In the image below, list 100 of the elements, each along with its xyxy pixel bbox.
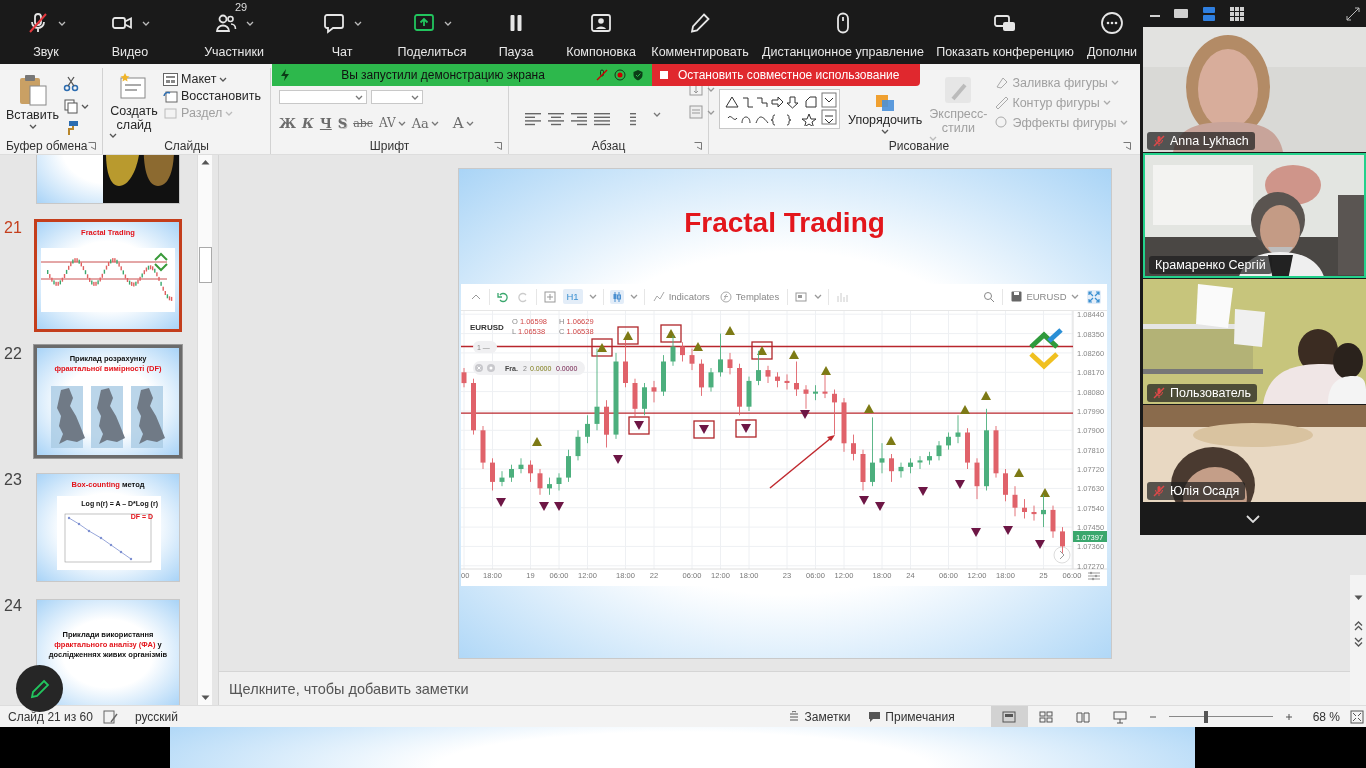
add-icon[interactable] [542,289,557,304]
chevron-down-icon[interactable] [1246,514,1260,523]
caret-icon [1110,80,1119,85]
toolbar-button[interactable]: Пауза [469,0,563,64]
candlestick [584,414,590,444]
toolbar-button[interactable]: Дополни [1085,0,1139,64]
new-slide-button[interactable]: Создать слайд [109,72,159,137]
caret-icon[interactable] [354,20,362,26]
align-right-icon[interactable] [571,112,587,126]
toolbar-button[interactable]: 29 Участники [179,0,289,64]
layout-button[interactable]: Макет [163,72,262,86]
dialog-launcher-icon[interactable] [88,141,96,150]
scissors-icon[interactable] [63,76,79,92]
video-tile[interactable]: Anna Lykhach [1143,27,1366,152]
dialog-launcher-icon[interactable] [1123,141,1131,150]
video-tile[interactable]: Пользователь [1143,279,1366,404]
clipboard-icon [17,74,48,106]
caret-icon[interactable] [444,20,452,26]
paste-button[interactable]: Вставить [6,74,59,137]
new-slide-icon [119,72,149,102]
candlestick [879,442,884,474]
format-button[interactable]: AV [378,116,406,130]
align-center-icon[interactable] [548,112,564,126]
candlestick [679,341,685,362]
font-size-field[interactable] [371,90,423,104]
scroll-thumb[interactable] [198,247,212,283]
fractal-up-marker [885,435,896,445]
candles-icon[interactable] [609,289,624,304]
indicators-button[interactable]: Indicators [650,288,712,305]
caret-icon[interactable] [58,20,66,26]
fullscreen-icon[interactable] [1346,6,1360,21]
toolbar-button[interactable]: Компоновка [563,0,639,64]
font-name-field[interactable] [279,90,367,104]
lightning-icon [280,69,290,81]
candlestick [1050,504,1055,538]
slide-sorter-icon [1038,709,1055,724]
templates-button[interactable]: Templates [717,288,782,305]
notes-button[interactable]: Заметки [788,709,851,724]
justify-icon[interactable] [594,112,610,126]
highlight-frame [590,337,613,357]
format-button[interactable]: S [337,115,348,131]
toolbar-button[interactable]: Комментировать [639,0,761,64]
caret-icon[interactable] [81,103,89,109]
video-tile[interactable]: Крамаренко Сергій [1143,153,1366,278]
dialog-launcher-icon[interactable] [694,141,702,150]
screenshot-icon[interactable] [794,289,809,304]
arrange-button[interactable]: Упорядочить [848,89,923,135]
group-label: Абзац [591,138,626,153]
caret-icon[interactable] [653,112,661,117]
toolbar-button[interactable]: Показать конференцию [925,0,1085,64]
align-left-icon[interactable] [525,112,541,126]
dialog-launcher-icon[interactable] [494,141,502,150]
effects-icon [994,115,1010,130]
comments-button[interactable]: Примечания [868,709,955,724]
candlestick [622,339,628,388]
slide-title: Fractal Trading [684,207,885,239]
settings-icon[interactable] [1087,571,1100,580]
microphone-muted-icon[interactable] [596,69,608,81]
next-slide-icon[interactable] [1353,637,1363,647]
format-button[interactable]: A [452,114,474,132]
spellcheck-icon[interactable] [102,709,119,724]
scroll-right-icon[interactable] [1053,546,1070,563]
section-icon [163,106,178,120]
toolbar-button[interactable]: Видео [81,0,179,64]
format-button[interactable]: К [302,115,314,131]
caret-icon[interactable] [142,20,150,26]
format-button[interactable]: abc [353,116,373,130]
stop-sharing-button[interactable]: Остановить совместное использование [652,64,920,86]
scrollbar[interactable] [1350,575,1366,705]
format-button[interactable]: Ж [279,115,297,131]
copy-icon[interactable] [63,98,79,114]
video-tile[interactable]: Юлія Осадя [1143,405,1366,502]
view-mode-button[interactable] [1228,4,1246,23]
notes-field[interactable]: Щелкните, чтобы добавить заметки [229,680,469,697]
candlestick [708,367,713,392]
reset-button[interactable]: Восстановить [163,89,262,103]
caret-icon[interactable] [246,20,254,26]
toolbar-button[interactable]: Дистанционное управление [761,0,925,64]
format-button[interactable]: Ч [319,115,332,131]
shapes-gallery-drawing[interactable] [724,92,837,126]
search-icon[interactable] [982,289,997,304]
scroll-down-icon[interactable] [1353,595,1363,601]
toolbar-button[interactable]: Поделиться [395,0,469,64]
scrollbar[interactable] [197,155,212,705]
fit-to-window-icon[interactable] [1350,709,1364,724]
symbol-button[interactable]: EURUSD [1009,289,1081,304]
indicators-icon [652,290,665,303]
candlestick [1002,468,1008,502]
format-button[interactable]: Aa [411,115,439,131]
fractal-up-marker [980,390,991,400]
previous-slide-icon[interactable] [1353,621,1363,631]
view-button[interactable] [990,706,1028,727]
shield-icon[interactable] [632,69,644,81]
toolbar-button[interactable]: Звук [11,0,81,64]
scroll-up-icon[interactable] [200,159,210,165]
scroll-down-icon[interactable] [200,695,210,701]
record-icon[interactable] [614,69,626,81]
toolbar-button[interactable]: Чат [289,0,395,64]
zoom-in-icon[interactable] [1284,712,1293,721]
microphone-muted-icon [1153,135,1165,147]
